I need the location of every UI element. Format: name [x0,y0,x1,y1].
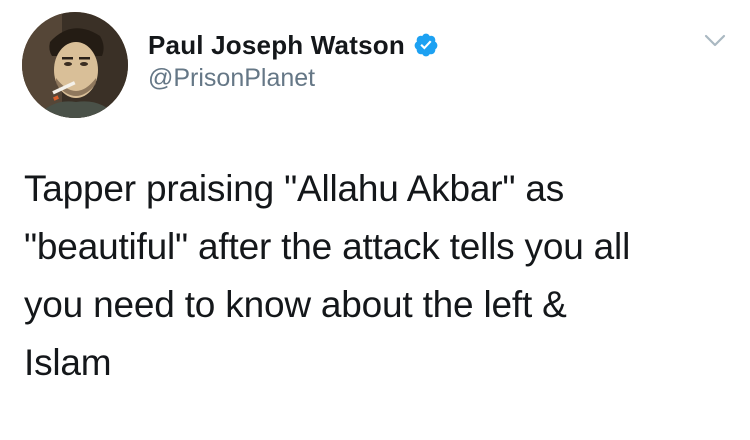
verified-badge-icon [413,32,439,58]
author-name-row: Paul Joseph Watson [148,28,439,62]
author-handle[interactable]: @PrisonPlanet [148,64,315,93]
tweet-text: Tapper praising "Allahu Akbar" as "beaut… [24,168,631,383]
author-display-name[interactable]: Paul Joseph Watson [148,30,405,61]
tweet-card: Paul Joseph Watson @PrisonPlanet Tapper … [0,0,750,440]
chevron-down-icon[interactable] [704,34,726,48]
avatar[interactable] [22,12,128,118]
avatar-portrait-icon [22,12,128,118]
